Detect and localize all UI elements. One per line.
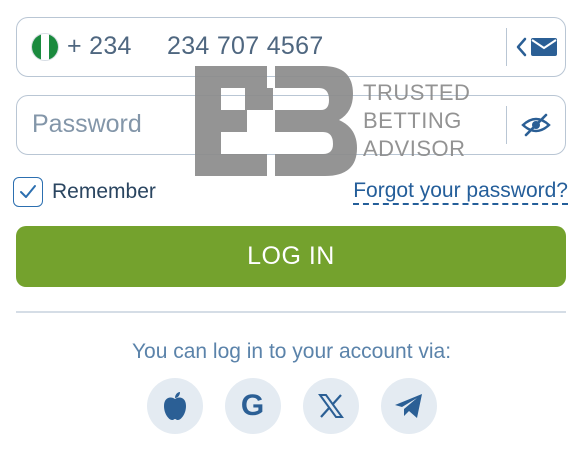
apple-login-button[interactable] xyxy=(146,378,203,434)
nigeria-flag-icon[interactable] xyxy=(31,33,59,61)
toggle-password-visibility-button[interactable] xyxy=(511,104,561,146)
social-login-caption: You can log in to your account via: xyxy=(131,340,452,363)
password-placeholder[interactable]: Password xyxy=(32,110,142,139)
trusted-betting-advisor-watermark: TRUSTED BETTING ADVISOR xyxy=(195,66,485,176)
google-icon: G xyxy=(240,389,265,422)
apple-icon xyxy=(163,392,186,420)
envelope-icon xyxy=(531,38,557,56)
chevron-left-icon xyxy=(516,37,527,57)
field-divider xyxy=(505,106,507,144)
switch-to-email-button[interactable] xyxy=(511,26,561,68)
social-login-row: G xyxy=(0,378,583,434)
x-login-button[interactable] xyxy=(302,378,359,434)
watermark-line-3: ADVISOR xyxy=(363,136,466,161)
forgot-password-link[interactable]: Forgot your password? xyxy=(353,180,568,205)
remember-toggle[interactable]: Remember xyxy=(13,177,156,207)
eye-slash-icon xyxy=(521,113,551,137)
field-divider xyxy=(505,28,507,66)
watermark-line-1: TRUSTED xyxy=(363,80,471,105)
google-login-button[interactable]: G xyxy=(224,378,281,434)
phone-number-value[interactable]: 234 707 4567 xyxy=(167,32,324,61)
x-icon xyxy=(317,394,344,418)
remember-label[interactable]: Remember xyxy=(52,180,156,204)
remember-checkbox[interactable] xyxy=(13,177,43,207)
checkmark-icon xyxy=(20,185,36,198)
telegram-icon xyxy=(394,394,422,418)
watermark-line-2: BETTING xyxy=(363,108,462,133)
divider xyxy=(16,311,566,313)
country-code[interactable]: + 234 xyxy=(67,32,132,61)
login-button[interactable]: LOG IN xyxy=(16,226,566,287)
tba-logo-icon xyxy=(195,66,357,176)
telegram-login-button[interactable] xyxy=(380,378,437,434)
